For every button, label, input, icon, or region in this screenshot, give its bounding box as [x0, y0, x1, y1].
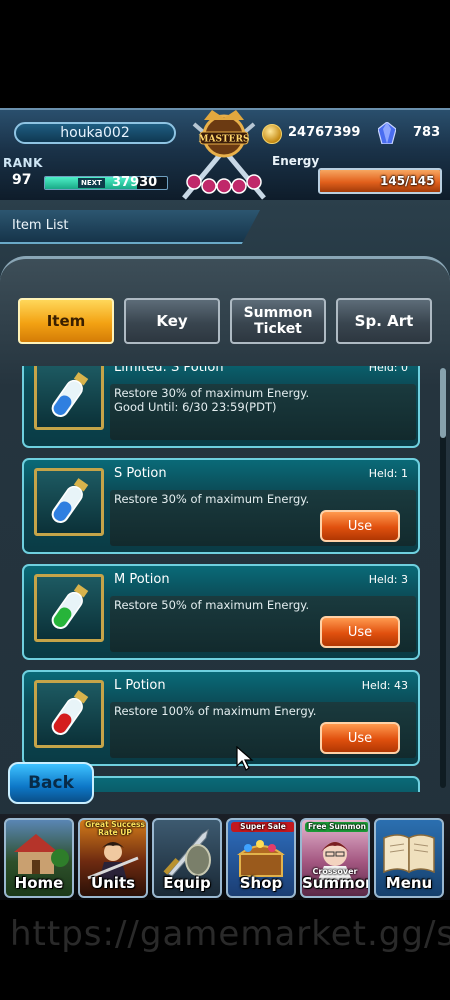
tab-sp-art[interactable]: Sp. Art	[336, 298, 432, 344]
nav-home[interactable]: Home	[4, 818, 74, 898]
sword-icon	[163, 828, 211, 877]
potion-thumbnail	[34, 680, 104, 748]
energy-label: Energy	[272, 154, 320, 168]
item-description: Restore 30% of maximum Energy.	[114, 492, 310, 506]
next-label: NEXT	[78, 178, 105, 188]
rank-value: 97	[12, 172, 32, 188]
potion-icon	[51, 478, 89, 524]
units-badge: Great Success Rate UP	[85, 820, 145, 837]
summon-badge: Free Summon	[305, 822, 368, 832]
category-tabs: Item Key Summon Ticket Sp. Art	[0, 298, 450, 346]
page-title: Item List	[12, 218, 69, 233]
item-name: M Potion	[114, 572, 170, 587]
item-held-count: Held: 43	[361, 679, 408, 692]
shop-badge: Super Sale	[231, 822, 294, 832]
nav-label: Shop	[239, 874, 283, 892]
rank-label: RANK	[3, 156, 43, 170]
potion-icon	[51, 690, 89, 736]
nav-label: Units	[90, 874, 136, 892]
svg-text:MASTERS: MASTERS	[199, 135, 250, 145]
nav-equip[interactable]: Equip	[152, 818, 222, 898]
item-held-count: Held: 1	[368, 467, 408, 480]
use-button[interactable]: Use	[320, 722, 400, 754]
potion-icon	[51, 372, 89, 418]
bottom-nav: Home Great Success Rate UP Units Equip S…	[0, 814, 450, 900]
item-description: Restore 100% of maximum Energy.	[114, 704, 317, 718]
potion-thumbnail	[34, 468, 104, 536]
potion-thumbnail	[34, 366, 104, 430]
nav-units[interactable]: Great Success Rate UP Units	[78, 818, 148, 898]
list-item: S Potion Held: 1 Restore 30% of maximum …	[22, 458, 420, 554]
item-name: Limited: S Potion	[114, 366, 224, 375]
potion-thumbnail	[34, 574, 104, 642]
next-exp-value: 37930	[112, 175, 158, 190]
potion-icon	[51, 584, 89, 630]
item-held-count: Held: 3	[368, 573, 408, 586]
status-header: houka002 RANK 97 NEXT 37930 MASTERS 2476…	[0, 108, 450, 200]
nav-label: Summon	[302, 874, 370, 892]
coin-icon	[262, 124, 282, 144]
nav-label: Menu	[385, 874, 433, 892]
nav-shop[interactable]: Super Sale Shop	[226, 818, 296, 898]
nav-summon[interactable]: Free Summon Crossover Summon	[300, 818, 370, 898]
list-item: L Potion Held: 43 Restore 100% of maximu…	[22, 670, 420, 766]
item-name: L Potion	[114, 678, 166, 693]
list-item: Limited: S Potion Held: 0 Restore 30% of…	[22, 366, 420, 448]
tab-item[interactable]: Item	[18, 298, 114, 344]
back-button[interactable]: Back	[8, 762, 94, 804]
scrollbar-thumb[interactable]	[440, 368, 446, 438]
gem-icon	[378, 122, 396, 144]
gem-count: 783	[413, 125, 441, 140]
energy-value: 145/145	[380, 174, 435, 188]
item-list-screen: Item List Item Key Summon Ticket Sp. Art…	[0, 200, 450, 900]
use-button[interactable]: Use	[320, 616, 400, 648]
item-name: S Potion	[114, 466, 167, 481]
coin-count: 24767399	[288, 125, 361, 140]
nav-label: Equip	[163, 874, 211, 892]
tab-summon-ticket[interactable]: Summon Ticket	[230, 298, 326, 344]
masters-emblem-icon[interactable]: MASTERS	[174, 110, 274, 202]
username[interactable]: houka002	[14, 122, 176, 144]
item-held-count: Held: 0	[368, 366, 408, 374]
cursor-icon	[236, 746, 254, 771]
nav-menu[interactable]: Menu	[374, 818, 444, 898]
nav-label: Home	[14, 874, 64, 892]
list-scrollbar[interactable]	[440, 368, 446, 788]
list-item: M Potion Held: 3 Restore 50% of maximum …	[22, 564, 420, 660]
item-description: Restore 30% of maximum Energy. Good Unti…	[114, 386, 310, 414]
item-list: Limited: S Potion Held: 0 Restore 30% of…	[0, 366, 450, 792]
use-button[interactable]: Use	[320, 510, 400, 542]
book-icon	[383, 834, 435, 874]
tab-key[interactable]: Key	[124, 298, 220, 344]
watermark: https://gamemarket.gg/s	[10, 914, 450, 954]
item-description: Restore 50% of maximum Energy.	[114, 598, 310, 612]
